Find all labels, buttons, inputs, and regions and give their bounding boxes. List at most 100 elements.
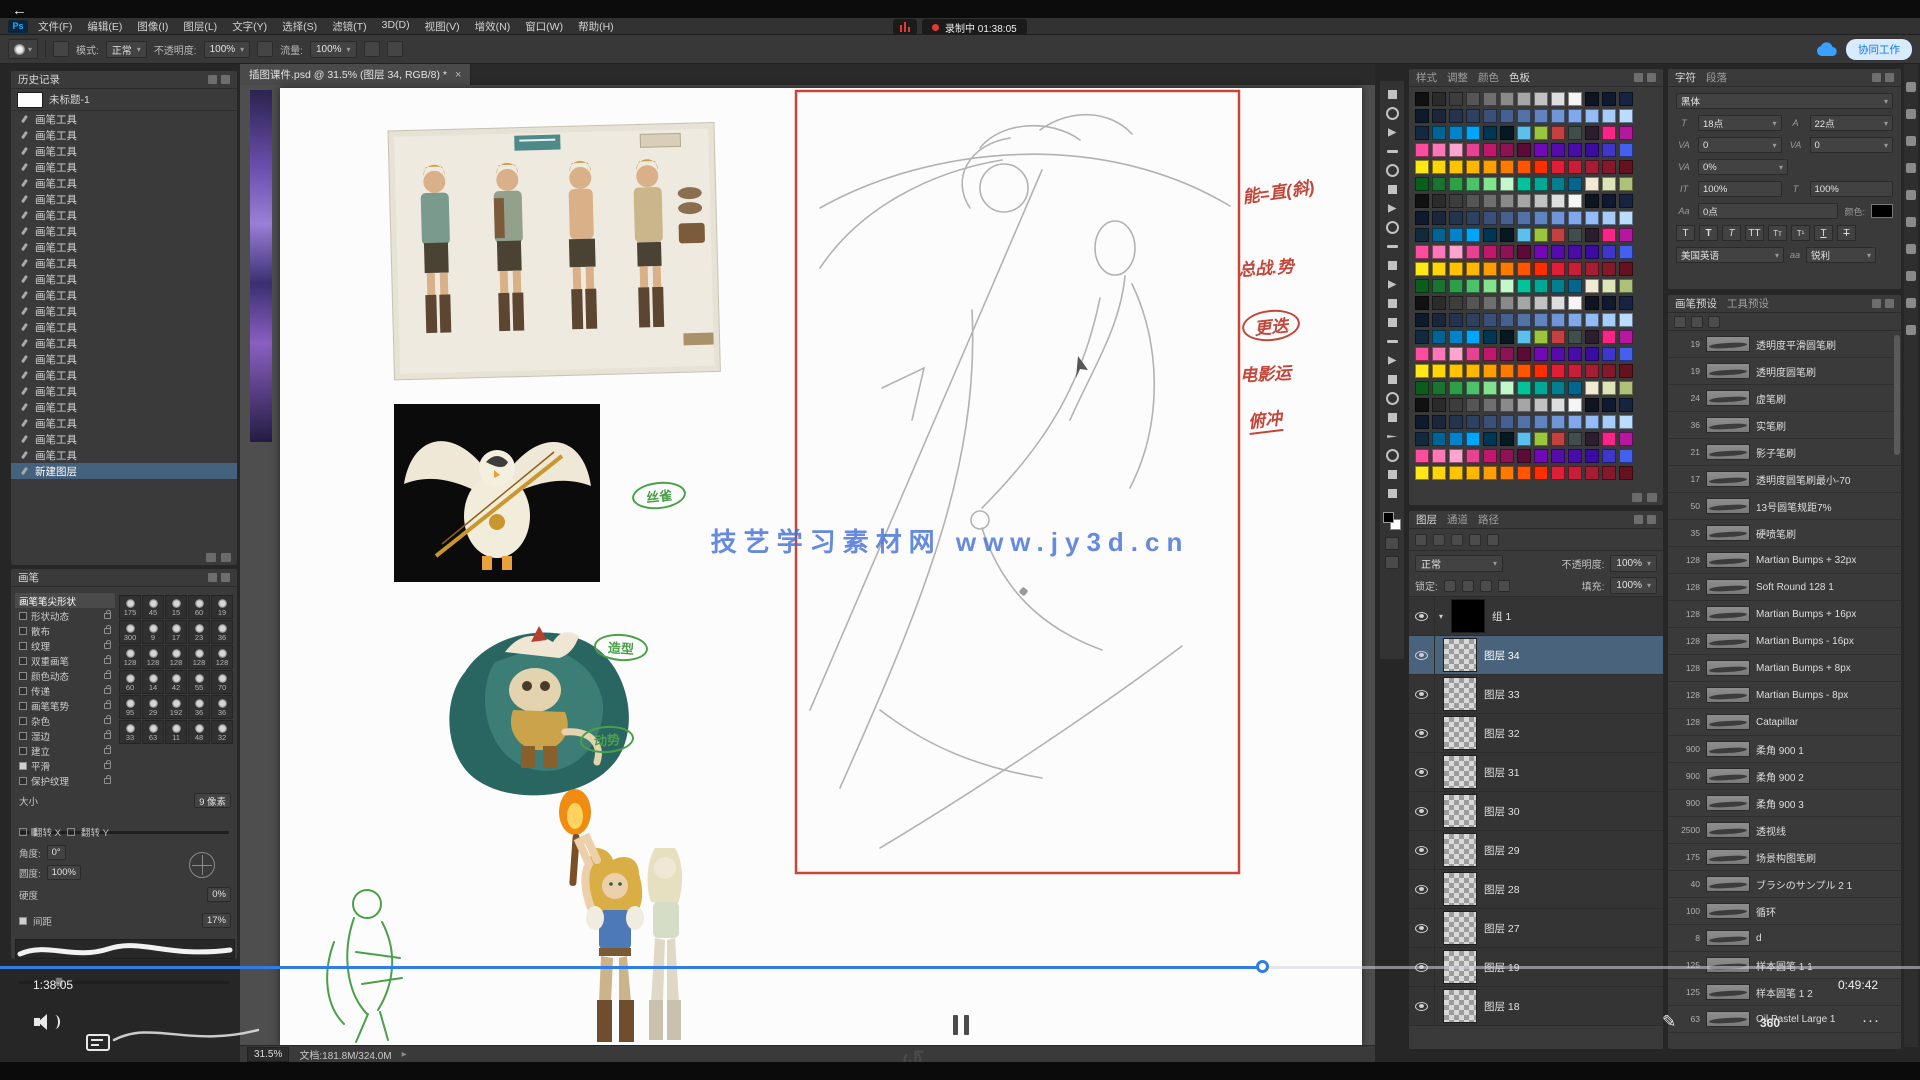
color-swatch[interactable] xyxy=(1432,313,1446,327)
artboard-tool[interactable] xyxy=(1382,104,1402,123)
comments-panel-icon[interactable] xyxy=(1906,325,1916,335)
brush-preset-row[interactable]: 19 透明度圆笔刷 xyxy=(1668,358,1901,385)
color-swatch[interactable] xyxy=(1602,415,1616,429)
color-swatch[interactable] xyxy=(1619,228,1633,242)
history-footer-icons[interactable] xyxy=(206,553,231,562)
brush-tip-cell[interactable]: 23 xyxy=(188,620,210,644)
color-swatch[interactable] xyxy=(1619,126,1633,140)
color-swatch[interactable] xyxy=(1568,160,1582,174)
color-swatch[interactable] xyxy=(1585,330,1599,344)
color-swatch[interactable] xyxy=(1415,347,1429,361)
history-entry[interactable]: 画笔工具 xyxy=(11,319,237,335)
color-swatch[interactable] xyxy=(1466,347,1480,361)
scrollbar-thumb[interactable] xyxy=(1894,335,1900,455)
brush-option-row[interactable]: 双重画笔 xyxy=(15,653,115,668)
brush-preset-row[interactable]: 128 Martian Bumps - 8px xyxy=(1668,682,1901,709)
layer-row[interactable]: ▾ 组 1 xyxy=(1409,597,1663,636)
blend-mode-select[interactable]: 正常▾ xyxy=(106,41,147,58)
color-swatch[interactable] xyxy=(1466,194,1480,208)
angle-roundness-widget[interactable] xyxy=(189,852,215,878)
color-swatch[interactable] xyxy=(1483,364,1497,378)
color-swatch[interactable] xyxy=(1619,160,1633,174)
color-swatch[interactable] xyxy=(1602,194,1616,208)
history-entry[interactable]: 画笔工具 xyxy=(11,143,237,159)
color-swatch[interactable] xyxy=(1415,398,1429,412)
color-swatch[interactable] xyxy=(1432,262,1446,276)
color-swatch[interactable] xyxy=(1534,160,1548,174)
color-swatch[interactable] xyxy=(1619,347,1633,361)
color-swatch[interactable] xyxy=(1483,279,1497,293)
layer-visibility-cell[interactable] xyxy=(1409,831,1435,869)
color-swatch[interactable] xyxy=(1534,330,1548,344)
menu-item[interactable]: 增效(N) xyxy=(475,19,511,34)
checkbox[interactable] xyxy=(19,672,27,680)
color-swatch[interactable] xyxy=(1602,296,1616,310)
color-swatch[interactable] xyxy=(1602,211,1616,225)
color-swatch[interactable] xyxy=(1551,262,1565,276)
brush-tip-cell[interactable]: 60 xyxy=(188,595,210,619)
color-swatch[interactable] xyxy=(1619,245,1633,259)
color-swatch[interactable] xyxy=(1500,330,1514,344)
color-swatch[interactable] xyxy=(1534,449,1548,463)
layer-thumbnail[interactable] xyxy=(1443,872,1477,906)
brush-preset-row[interactable]: 100 循环 xyxy=(1668,898,1901,925)
color-swatch[interactable] xyxy=(1568,279,1582,293)
layer-thumbnail[interactable] xyxy=(1443,833,1477,867)
history-entry[interactable]: 画笔工具 xyxy=(11,287,237,303)
color-swatch[interactable] xyxy=(1517,177,1531,191)
color-swatch[interactable] xyxy=(1585,143,1599,157)
color-swatch[interactable] xyxy=(1585,347,1599,361)
history-entry[interactable]: 画笔工具 xyxy=(11,367,237,383)
color-swatch[interactable] xyxy=(1500,177,1514,191)
tab-adjustments[interactable]: 调整 xyxy=(1447,70,1468,85)
preset-view-icon[interactable] xyxy=(1674,316,1686,328)
brush-tip-cell[interactable]: 15 xyxy=(165,595,187,619)
color-swatch[interactable] xyxy=(1432,330,1446,344)
brush-option-row[interactable]: 湿边 xyxy=(15,728,115,743)
color-swatch[interactable] xyxy=(1483,449,1497,463)
color-swatch[interactable] xyxy=(1585,228,1599,242)
color-swatch[interactable] xyxy=(1517,228,1531,242)
color-swatch[interactable] xyxy=(1602,449,1616,463)
color-swatch[interactable] xyxy=(1466,364,1480,378)
history-entry[interactable]: 画笔工具 xyxy=(11,255,237,271)
brush-preset-row[interactable]: 17 透明度圆笔刷最小-70 xyxy=(1668,466,1901,493)
layer-visibility-cell[interactable] xyxy=(1409,792,1435,830)
path-selection-tool[interactable] xyxy=(1382,427,1402,446)
color-swatch[interactable] xyxy=(1449,381,1463,395)
color-swatch[interactable] xyxy=(1432,194,1446,208)
layer-name[interactable]: 图层 29 xyxy=(1484,843,1520,858)
anti-alias-select[interactable]: 锐利▾ xyxy=(1806,247,1876,263)
brush-preset-row[interactable]: 128 Martian Bumps - 16px xyxy=(1668,628,1901,655)
layer-row[interactable]: ▾ 图层 34 xyxy=(1409,636,1663,675)
color-swatch[interactable] xyxy=(1568,228,1582,242)
color-swatch[interactable] xyxy=(1415,466,1429,480)
color-swatch[interactable] xyxy=(1602,126,1616,140)
color-swatch[interactable] xyxy=(1483,109,1497,123)
gradient-tool[interactable] xyxy=(1382,332,1402,351)
color-swatch[interactable] xyxy=(1568,347,1582,361)
color-swatch[interactable] xyxy=(1449,398,1463,412)
color-swatch[interactable] xyxy=(1534,381,1548,395)
layer-thumbnail[interactable] xyxy=(1443,755,1477,789)
color-swatch[interactable] xyxy=(1602,228,1616,242)
panel-menu-icon[interactable] xyxy=(1634,515,1656,524)
color-swatch[interactable] xyxy=(1449,296,1463,310)
color-swatch[interactable] xyxy=(1568,364,1582,378)
tracking-pct-select[interactable]: 0%▾ xyxy=(1698,159,1788,175)
pause-button[interactable] xyxy=(948,1012,974,1038)
color-swatch[interactable] xyxy=(1619,398,1633,412)
color-swatch[interactable] xyxy=(1534,109,1548,123)
strikethrough-button[interactable] xyxy=(1837,225,1856,241)
layer-name[interactable]: 图层 27 xyxy=(1484,921,1520,936)
color-swatch[interactable] xyxy=(1568,126,1582,140)
layer-blend-mode-select[interactable]: 正常▾ xyxy=(1415,555,1503,572)
color-swatch[interactable] xyxy=(1483,415,1497,429)
spacing-value[interactable]: 17% xyxy=(202,913,231,928)
lock-icon[interactable] xyxy=(104,703,111,709)
baseline-field[interactable]: 0点 xyxy=(1698,203,1838,219)
underline-button[interactable] xyxy=(1814,225,1833,241)
color-swatch[interactable] xyxy=(1517,194,1531,208)
brush-preset-row[interactable]: 2500 透视线 xyxy=(1668,817,1901,844)
panel-menu-icon[interactable] xyxy=(1872,73,1894,82)
